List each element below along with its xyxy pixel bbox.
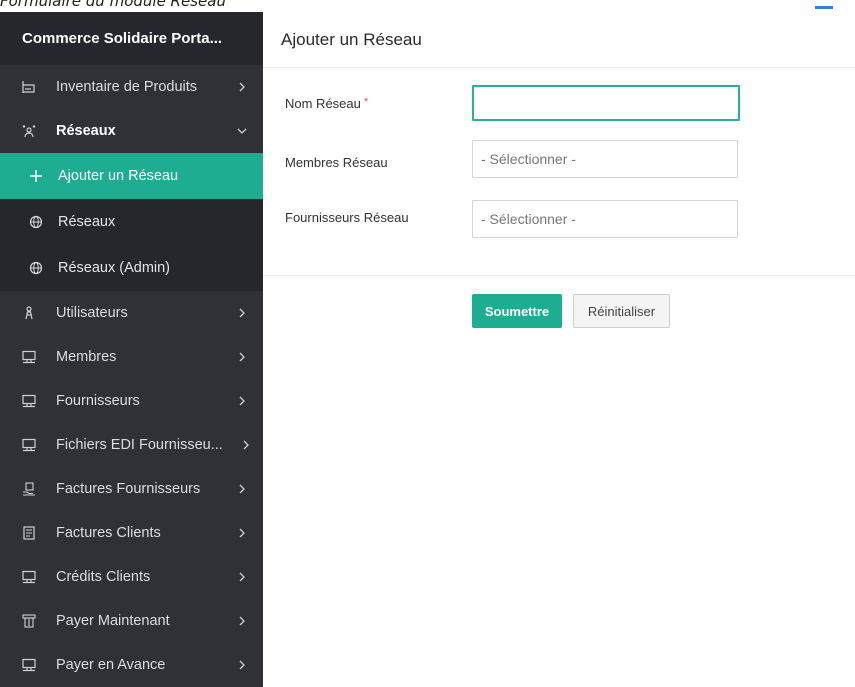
- page-header: Ajouter un Réseau: [263, 12, 855, 68]
- network-members-label: Membres Réseau: [285, 155, 388, 170]
- sidebar-item-label: Payer en Avance: [56, 657, 166, 673]
- chevron-right-icon: [243, 440, 249, 450]
- sidebar-item-pay-now[interactable]: Payer Maintenant: [0, 599, 263, 643]
- submenu-item-networks[interactable]: Réseaux: [0, 199, 263, 245]
- invoice-hand-icon: [22, 481, 44, 497]
- chevron-right-icon: [239, 616, 245, 626]
- sidebar-item-label: Crédits Clients: [56, 569, 151, 585]
- chevron-right-icon: [239, 82, 245, 92]
- chevron-right-icon: [239, 352, 245, 362]
- sidebar-item-users[interactable]: Utilisateurs: [0, 291, 263, 335]
- network-suppliers-select[interactable]: - Sélectionner -: [472, 200, 738, 238]
- sidebar-item-label: Payer Maintenant: [56, 613, 170, 629]
- chevron-right-icon: [239, 396, 245, 406]
- sidebar-item-suppliers[interactable]: Fournisseurs: [0, 379, 263, 423]
- form-divider: [263, 275, 855, 276]
- sidebar-item-label: Fournisseurs: [56, 393, 140, 409]
- monitor-icon: [22, 657, 44, 673]
- sidebar-item-label: Utilisateurs: [56, 305, 128, 321]
- sidebar-item-label: Fichiers EDI Fournisseu...: [56, 437, 223, 453]
- monitor-icon: [22, 393, 44, 409]
- monitor-icon: [22, 569, 44, 585]
- submit-button[interactable]: Soumettre: [472, 294, 562, 328]
- network-name-input[interactable]: [472, 85, 740, 121]
- page-title: Ajouter un Réseau: [281, 30, 422, 49]
- sidebar-item-pay-in-advance[interactable]: Payer en Avance: [0, 643, 263, 687]
- submenu-item-add-network[interactable]: Ajouter un Réseau: [0, 153, 263, 199]
- globe-icon: [28, 260, 44, 276]
- chevron-right-icon: [239, 308, 245, 318]
- sidebar-item-supplier-edi-files[interactable]: Fichiers EDI Fournisseu...: [0, 423, 263, 467]
- sidebar-item-client-invoices[interactable]: Factures Clients: [0, 511, 263, 555]
- receipt-icon: [22, 525, 44, 541]
- monitor-icon: [22, 437, 44, 453]
- inventory-icon: [22, 79, 44, 95]
- figure-caption: Formulaire du module Réseau: [0, 0, 400, 8]
- sidebar-item-label: Membres: [56, 349, 117, 365]
- user-icon: [22, 305, 44, 321]
- submenu-item-label: Réseaux (Admin): [58, 260, 171, 276]
- globe-icon: [28, 214, 44, 230]
- main-content: Ajouter un Réseau Nom Réseau * Membres Ré…: [263, 12, 855, 687]
- sidebar-item-label: Factures Clients: [56, 525, 161, 541]
- monitor-icon: [22, 349, 44, 365]
- sidebar: Commerce Solidaire Porta... Inventaire d…: [0, 12, 263, 687]
- sidebar-item-label: Inventaire de Produits: [56, 79, 198, 95]
- sidebar-item-networks[interactable]: Réseaux: [0, 109, 263, 153]
- submenu-item-label: Ajouter un Réseau: [58, 168, 179, 184]
- reset-button[interactable]: Réinitialiser: [573, 294, 670, 328]
- sidebar-item-label: Factures Fournisseurs: [56, 481, 201, 497]
- sidebar-item-client-credits[interactable]: Crédits Clients: [0, 555, 263, 599]
- chevron-right-icon: [239, 572, 245, 582]
- sidebar-item-label: Réseaux: [56, 123, 116, 139]
- top-accent-bar: [815, 6, 833, 9]
- network-name-label: Nom Réseau *: [285, 96, 368, 111]
- brand-title[interactable]: Commerce Solidaire Porta...: [0, 12, 263, 65]
- network-members-select[interactable]: - Sélectionner -: [472, 140, 738, 178]
- chevron-down-icon: [237, 128, 247, 134]
- network-name-label-text: Nom Réseau: [285, 96, 361, 111]
- submenu-item-networks-admin[interactable]: Réseaux (Admin): [0, 245, 263, 291]
- chevron-right-icon: [239, 528, 245, 538]
- network-suppliers-label: Fournisseurs Réseau: [285, 210, 409, 225]
- chevron-right-icon: [239, 484, 245, 494]
- required-asterisk: *: [363, 96, 369, 108]
- network-users-icon: [22, 123, 44, 139]
- sidebar-item-members[interactable]: Membres: [0, 335, 263, 379]
- submenu-item-label: Réseaux: [58, 214, 116, 230]
- sidebar-item-inventory[interactable]: Inventaire de Produits: [0, 65, 263, 109]
- pay-icon: [22, 613, 44, 629]
- chevron-right-icon: [239, 660, 245, 670]
- sidebar-item-supplier-invoices[interactable]: Factures Fournisseurs: [0, 467, 263, 511]
- networks-submenu: Ajouter un Réseau Réseaux Réseaux (Admin…: [0, 153, 263, 291]
- plus-icon: [28, 168, 44, 184]
